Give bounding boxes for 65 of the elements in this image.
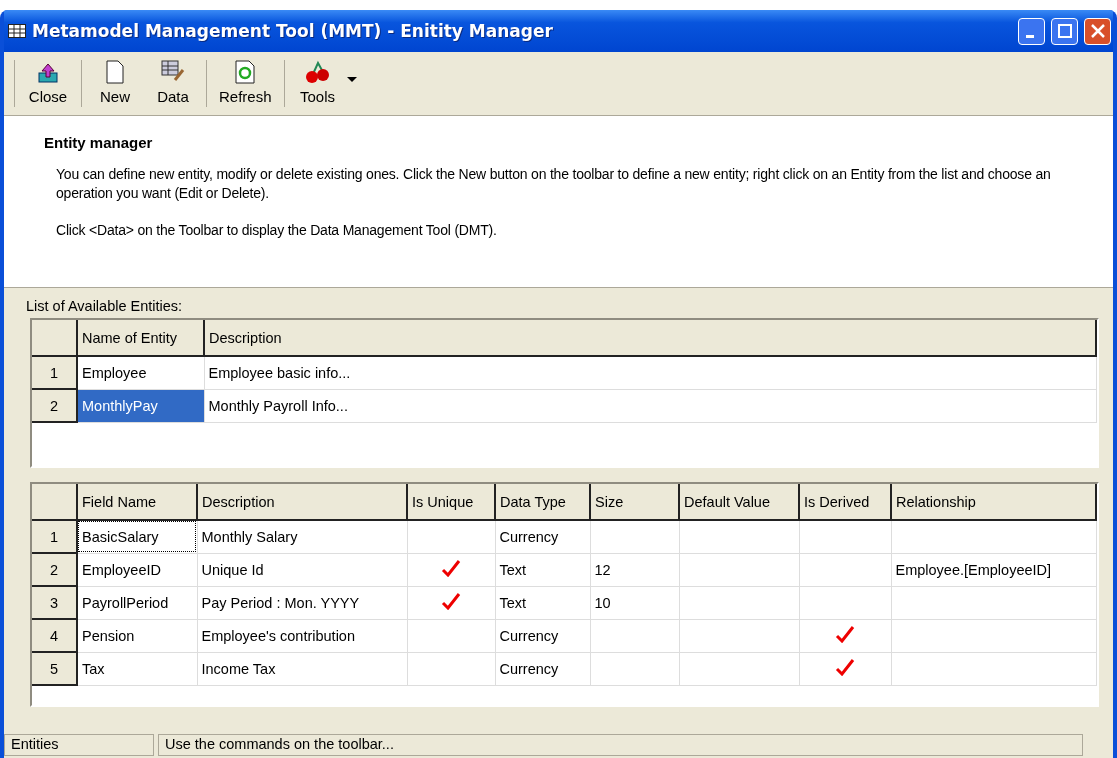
table-cell[interactable]: BasicSalary [77,520,197,553]
row-header[interactable]: 2 [32,553,77,586]
table-cell: 12 [590,553,679,586]
window-title: Metamodel Management Tool (MMT) - Enitity Manager [32,21,554,41]
info-text: You can define new entity, modify or delete existing ones. Click the New button on the toolbar to define a new entity; right click on an Entity from the list and choose an operation you want (Edit or Delete). [56,165,1052,203]
table-cell[interactable]: Pension [77,619,197,652]
blank-page-icon [106,60,124,84]
column-header[interactable]: Is Derived [799,484,891,520]
table-cell: Text [495,553,590,586]
row-header[interactable]: 4 [32,619,77,652]
upload-tray-icon [37,62,59,84]
cherries-icon [304,60,331,84]
toolbar-button[interactable]: Tools [288,56,347,111]
column-header[interactable]: Is Unique [407,484,495,520]
column-header[interactable]: Data Type [495,484,590,520]
table-cell[interactable]: EmployeeID [77,553,197,586]
table-cell: Employee.[EmployeeID] [891,553,1096,586]
table-cell: Monthly Salary [197,520,407,553]
row-header[interactable]: 2 [32,389,77,422]
corner-header [32,320,77,356]
row-header[interactable]: 1 [32,520,77,553]
refresh-page-icon [235,60,256,84]
maximize-icon [1057,24,1072,38]
table-cell[interactable]: Tax [77,652,197,685]
close-button[interactable] [1084,17,1111,45]
column-header[interactable]: Default Value [679,484,799,520]
corner-header [32,484,77,520]
toolbar-button[interactable]: Close [19,56,77,111]
table-cell: Monthly Payroll Info... [204,389,1096,422]
table-cell: Currency [495,520,590,553]
table-cell: Pay Period : Mon. YYYY [197,586,407,619]
info-text: Click <Data> on the Toolbar to display the Data Management Tool (DMT). [56,221,498,240]
table-cell[interactable]: Employee [77,356,204,389]
info-heading: Entity manager [44,134,154,151]
status-panel: Entities [4,734,154,756]
dropdown-arrow-icon[interactable] [346,76,357,83]
row-header[interactable]: 5 [32,652,77,685]
toolbar-button[interactable]: New [86,56,144,111]
list-label: List of Available Entities: [25,297,184,316]
column-header[interactable]: Name of Entity [77,320,204,356]
close-icon [1090,24,1105,38]
table-icon [8,24,26,38]
minimize-icon [1025,34,1034,38]
table-cell: Currency [495,619,590,652]
table-cell: 10 [590,586,679,619]
maximize-button[interactable] [1051,17,1078,45]
table-cell: Employee basic info... [204,356,1096,389]
table-cell[interactable]: MonthlyPay [77,389,204,422]
minimize-button[interactable] [1018,17,1045,45]
toolbar-button[interactable]: Refresh [211,56,280,111]
table-cell[interactable]: PayrollPeriod [77,586,197,619]
table-cell: Unique Id [197,553,407,586]
table-cell: Employee's contribution [197,619,407,652]
toolbar-button[interactable]: Data [144,56,202,111]
column-header[interactable]: Field Name [77,484,197,520]
row-header[interactable]: 3 [32,586,77,619]
column-header[interactable]: Relationship [891,484,1096,520]
table-cell: Text [495,586,590,619]
table-cell: Currency [495,652,590,685]
status-panel: Use the commands on the toolbar... [158,734,1083,756]
column-header[interactable]: Size [590,484,679,520]
column-header[interactable]: Description [197,484,407,520]
column-header[interactable]: Description [204,320,1096,356]
row-header[interactable]: 1 [32,356,77,389]
table-cell: Income Tax [197,652,407,685]
